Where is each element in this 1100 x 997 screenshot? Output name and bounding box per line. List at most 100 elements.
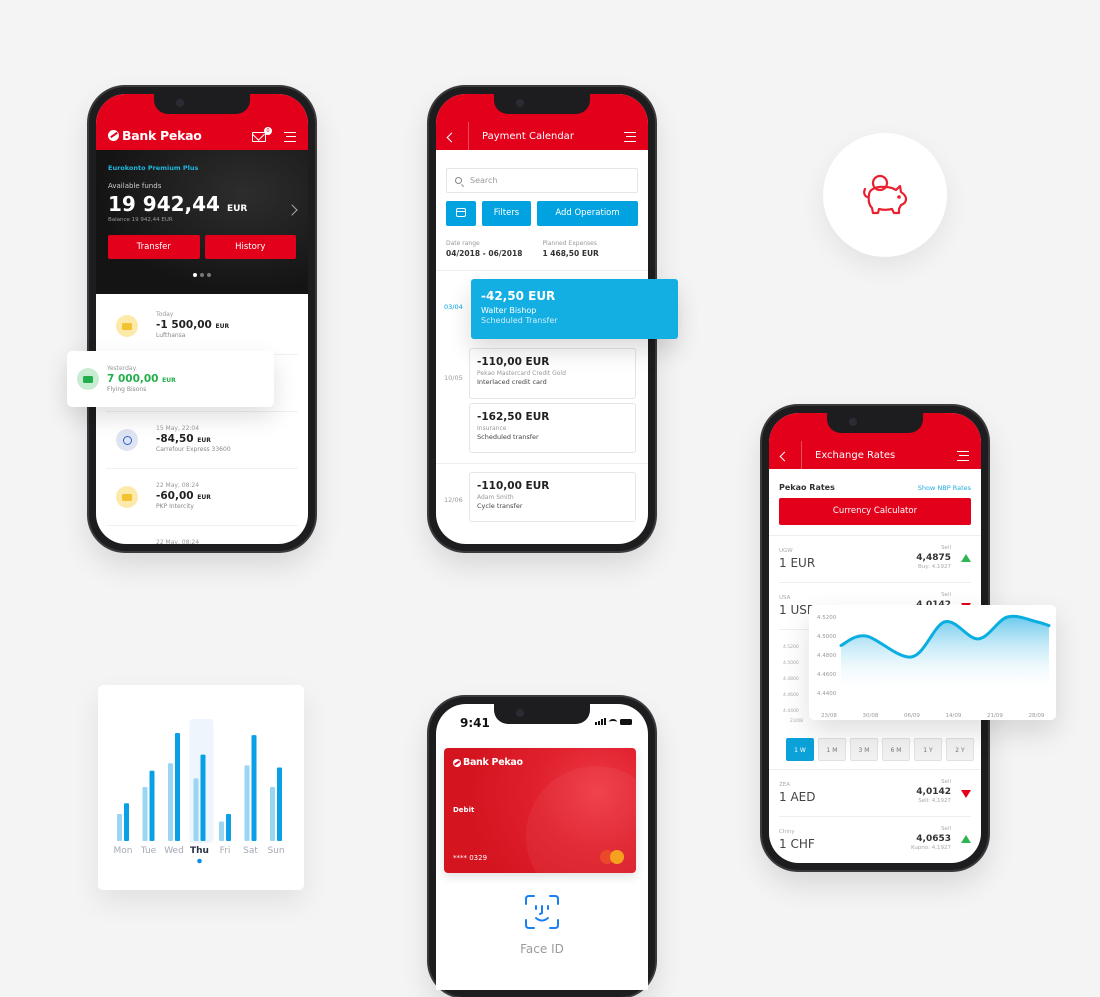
y-tick-label: 4.5000 bbox=[817, 634, 837, 640]
bar-previous-mon bbox=[117, 814, 122, 841]
notch bbox=[827, 413, 923, 433]
rate-row[interactable]: ZEA 1 AED Sell 4,0142 Sell: 4,1927 bbox=[779, 770, 971, 817]
area-fill bbox=[841, 616, 1049, 693]
transaction-amount: -60,00 EUR bbox=[156, 490, 211, 502]
menu-icon[interactable] bbox=[624, 132, 636, 142]
transaction-amount: -84,50 EUR bbox=[156, 433, 211, 445]
day-label[interactable]: Fri bbox=[220, 846, 231, 856]
debit-card[interactable]: Bank Pekao Debit **** 0329 bbox=[444, 748, 636, 873]
search-input[interactable]: Search bbox=[446, 168, 638, 193]
calendar-button[interactable] bbox=[446, 201, 476, 226]
rate-country: ZEA bbox=[779, 782, 791, 788]
transaction-date: 22 May, 08:24 bbox=[156, 482, 200, 489]
divider bbox=[436, 463, 648, 464]
day-label[interactable]: Mon bbox=[114, 846, 133, 856]
brand-name: Bank Pekao bbox=[122, 128, 202, 143]
entry-type: Interlaced credit card bbox=[477, 378, 547, 386]
ticket-icon bbox=[116, 486, 138, 508]
currency-calculator-button[interactable]: Currency Calculator bbox=[779, 498, 971, 525]
income-transaction-card[interactable]: Yesterday 7 000,00 EUR Flying Bisons bbox=[67, 351, 274, 407]
period-2y[interactable]: 2 Y bbox=[946, 738, 974, 761]
carousel-dot[interactable] bbox=[207, 273, 211, 277]
rate-row[interactable]: Chiny 1 CHF Sell 4,0653 Kupno: 4,1927 bbox=[779, 817, 971, 863]
rate-value: 4,4875 bbox=[916, 553, 951, 563]
battery-icon bbox=[620, 719, 632, 725]
show-nbp-rates-link[interactable]: Show NBP Rates bbox=[918, 484, 971, 492]
face-id-label: Face ID bbox=[520, 942, 564, 956]
period-3m[interactable]: 3 M bbox=[850, 738, 878, 761]
carousel-dot[interactable] bbox=[193, 273, 197, 277]
entry-date: 12/06 bbox=[444, 496, 463, 504]
notch bbox=[494, 704, 590, 724]
carousel-dots[interactable] bbox=[108, 273, 296, 277]
rate-row[interactable]: UGW 1 EUR Sell 4,4875 Buy: 4,1927 bbox=[779, 536, 971, 583]
period-6m[interactable]: 6 M bbox=[882, 738, 910, 761]
bar-current-sat bbox=[251, 735, 257, 841]
bar-previous-wed bbox=[168, 763, 173, 841]
notch bbox=[494, 94, 590, 114]
day-label[interactable]: Tue bbox=[140, 846, 157, 856]
back-icon[interactable] bbox=[779, 451, 790, 462]
menu-icon[interactable] bbox=[957, 451, 969, 461]
notch bbox=[154, 94, 250, 114]
transaction-merchant: Flying Bisons bbox=[107, 386, 147, 393]
x-tick-label: 06/09 bbox=[904, 713, 920, 719]
entry-title: Walter Bishop bbox=[481, 306, 537, 315]
status-time: 9:41 bbox=[460, 716, 490, 730]
calendar-icon bbox=[456, 208, 466, 217]
trend-up-icon bbox=[961, 835, 971, 843]
axis-tick: 23/08 bbox=[790, 719, 803, 724]
highlighted-calendar-entry[interactable]: -42,50 EUR Walter Bishop Scheduled Trans… bbox=[471, 279, 678, 339]
rate-currency: 1 CHF bbox=[779, 837, 815, 851]
rate-buy: Kupno: 4,1927 bbox=[910, 845, 951, 851]
day-label[interactable]: Thu bbox=[190, 846, 209, 856]
axis-tick: 4.4400 bbox=[783, 709, 799, 714]
divider bbox=[436, 270, 648, 271]
y-tick-label: 4.4800 bbox=[817, 653, 837, 659]
period-1m[interactable]: 1 M bbox=[818, 738, 846, 761]
wallet-screen: 9:41 Bank Pekao Debit **** 0329 Face ID bbox=[436, 704, 648, 990]
face-id-icon[interactable] bbox=[524, 894, 560, 930]
transaction-item[interactable]: 22 May, 08:24 -60,00 EUR PKP Intercity bbox=[106, 469, 298, 526]
back-icon[interactable] bbox=[446, 132, 457, 143]
menu-icon[interactable] bbox=[284, 132, 296, 142]
mastercard-icon bbox=[600, 850, 626, 864]
entry-amount: -110,00 EUR bbox=[477, 480, 550, 492]
day-label[interactable]: Sun bbox=[267, 846, 284, 856]
planned-expenses-value: 1 468,50 EUR bbox=[542, 249, 599, 258]
trend-up-icon bbox=[961, 554, 971, 562]
period-1y[interactable]: 1 Y bbox=[914, 738, 942, 761]
rate-sell-label: Sell bbox=[941, 592, 951, 598]
day-label[interactable]: Wed bbox=[164, 846, 184, 856]
pekao-logo-icon bbox=[453, 758, 461, 767]
period-1w[interactable]: 1 W bbox=[786, 738, 814, 761]
page-title: Payment Calendar bbox=[482, 131, 574, 142]
filters-button[interactable]: Filters bbox=[482, 201, 531, 226]
transaction-item[interactable]: 22 May, 08:24 bbox=[106, 526, 298, 544]
transfer-button[interactable]: Transfer bbox=[108, 235, 200, 259]
rate-value: 4,0142 bbox=[916, 787, 951, 797]
transaction-merchant: Carrefour Express 33600 bbox=[156, 446, 231, 453]
history-button[interactable]: History bbox=[204, 235, 296, 259]
carousel-dot[interactable] bbox=[200, 273, 204, 277]
entry-type: Scheduled Transfer bbox=[481, 316, 558, 325]
rate-sell-label: Sell bbox=[941, 779, 951, 785]
calendar-entry[interactable]: -110,00 EUR Adam Smith Cycle transfer bbox=[469, 472, 636, 522]
weekly-spending-chart: Mon Tue Wed Thu Fri Sat Sun bbox=[98, 685, 304, 890]
period-selector: 1 W 1 M 3 M 6 M 1 Y 2 Y bbox=[786, 738, 974, 761]
rate-history-svg: 4.5200 4.5000 4.4800 4.4600 4.4400 23/08 30/0… bbox=[817, 614, 1051, 719]
calendar-entry[interactable]: -110,00 EUR Pekao Mastercard Credit Gold… bbox=[469, 348, 636, 399]
transaction-item[interactable]: Today -1 500,00 EUR Lufthansa bbox=[106, 298, 298, 355]
rate-sell-label: Sell bbox=[941, 545, 951, 551]
header-divider bbox=[801, 441, 802, 469]
axis-tick: 4.4800 bbox=[783, 677, 799, 682]
piggy-bank-icon bbox=[863, 174, 908, 215]
day-label[interactable]: Sat bbox=[243, 846, 258, 856]
add-operation-button[interactable]: Add Operatiom bbox=[537, 201, 638, 226]
signal-icon bbox=[595, 718, 606, 725]
entry-amount: -42,50 EUR bbox=[481, 289, 556, 303]
transaction-item[interactable]: 15 May, 22:04 -84,50 EUR Carrefour Expre… bbox=[106, 412, 298, 469]
trend-down-icon bbox=[961, 790, 971, 798]
calendar-entry[interactable]: -162,50 EUR Insurance Scheduled transfer bbox=[469, 403, 636, 453]
rate-sell-label: Sell bbox=[941, 826, 951, 832]
